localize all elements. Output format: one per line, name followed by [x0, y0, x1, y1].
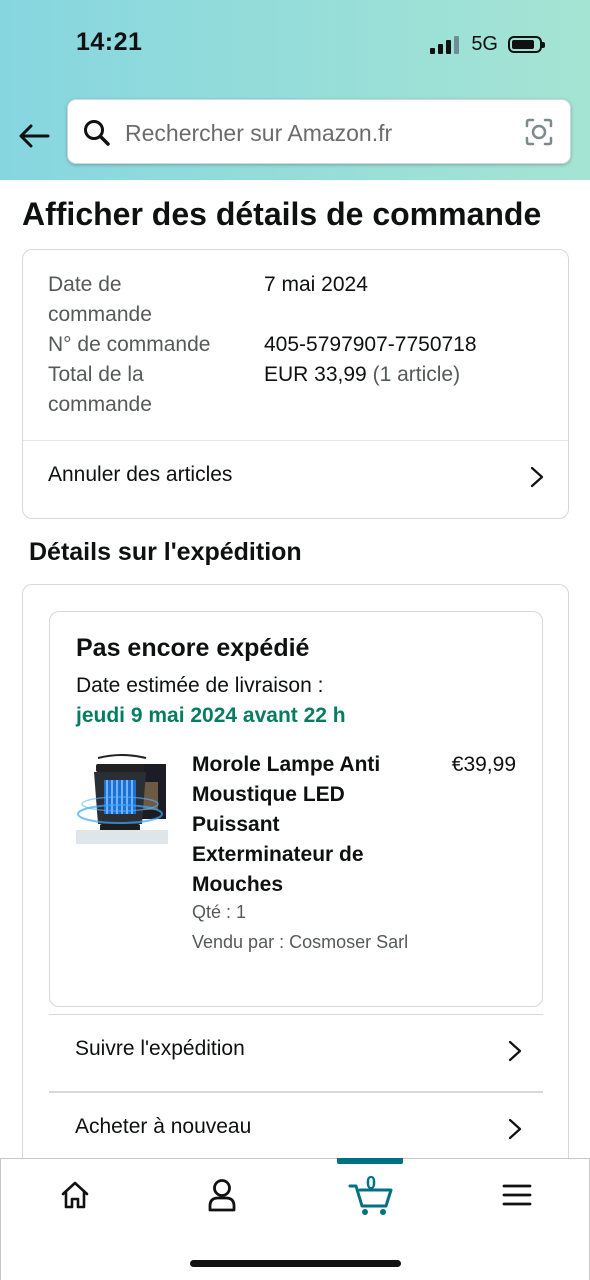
cancel-items-row[interactable]: Annuler des articles	[23, 441, 568, 518]
order-total-value: EUR 33,99	[264, 363, 367, 386]
home-indicator	[190, 1260, 401, 1267]
top-header: 14:21 5G	[0, 0, 590, 180]
delivery-estimate-label: Date estimée de livraison :	[76, 674, 324, 697]
product-title-link[interactable]: Morole Lampe Anti Moustique LED Puissant…	[192, 750, 412, 900]
chevron-right-icon	[530, 466, 544, 488]
track-shipment-label: Suivre l'expédition	[75, 1037, 245, 1060]
order-number-value: 405-5797907-7750718	[264, 333, 477, 356]
status-indicators: 5G	[430, 33, 545, 56]
page-title: Afficher des détails de commande	[22, 196, 542, 232]
account-icon	[208, 1179, 236, 1212]
order-date-label: Date de commande	[48, 273, 152, 326]
search-icon	[84, 120, 110, 146]
tab-home[interactable]	[45, 1173, 105, 1217]
order-item-count: (1 article)	[372, 363, 461, 386]
active-tab-indicator	[337, 1158, 403, 1164]
home-icon	[61, 1181, 89, 1209]
search-bar[interactable]	[67, 99, 571, 164]
cancel-items-label: Annuler des articles	[48, 463, 233, 486]
order-date-value: 7 mai 2024	[264, 273, 368, 296]
menu-icon	[502, 1184, 532, 1206]
search-input[interactable]	[123, 114, 507, 152]
back-button[interactable]	[14, 116, 54, 156]
order-summary-card: Date de commande 7 mai 2024 N° de comman…	[22, 249, 569, 519]
product-seller: Vendu par : Cosmoser Sarl	[192, 932, 409, 952]
shipment-status: Pas encore expédié	[76, 634, 310, 662]
cart-count: 0	[365, 1173, 376, 1193]
chevron-right-icon	[508, 1040, 522, 1062]
tab-cart[interactable]: 0	[340, 1173, 402, 1217]
product-image[interactable]	[76, 752, 168, 844]
order-total: EUR 33,99 (1 article)	[264, 360, 460, 390]
signal-icon	[430, 35, 460, 54]
product-quantity: Qté : 1	[192, 902, 247, 922]
shipment-section-title: Détails sur l'expédition	[29, 538, 302, 566]
delivery-estimate-date: jeudi 9 mai 2024 avant 22 h	[76, 704, 346, 727]
chevron-right-icon	[508, 1118, 522, 1140]
order-number-label: N° de commande	[48, 333, 211, 356]
battery-icon	[508, 36, 545, 53]
track-shipment-row[interactable]: Suivre l'expédition	[49, 1015, 543, 1091]
product-price: €39,99	[451, 753, 516, 776]
camera-search-icon[interactable]	[524, 117, 554, 147]
buy-again-label: Acheter à nouveau	[75, 1115, 252, 1138]
shipment-card: Pas encore expédié Date estimée de livra…	[22, 584, 569, 1224]
tab-account[interactable]	[192, 1173, 252, 1217]
order-total-label: Total de la commande	[48, 363, 152, 416]
back-arrow-icon	[19, 124, 50, 148]
shipment-item-card: Pas encore expédié Date estimée de livra…	[49, 611, 543, 1007]
status-time: 14:21	[76, 28, 143, 56]
network-label: 5G	[471, 33, 498, 55]
tab-menu[interactable]	[487, 1173, 547, 1217]
